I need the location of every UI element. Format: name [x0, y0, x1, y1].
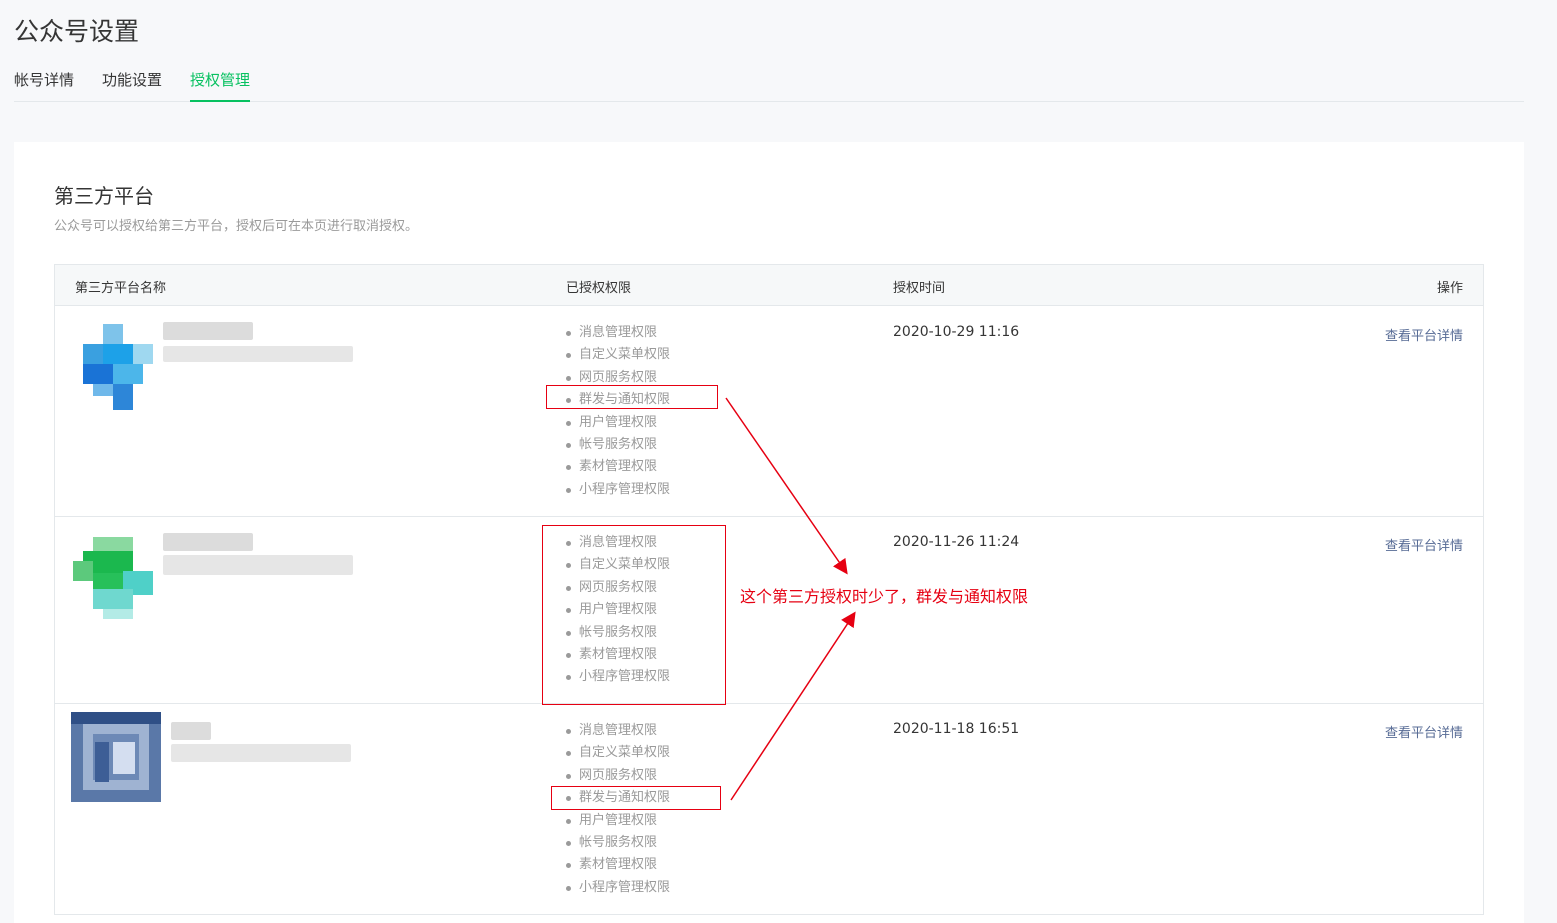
permission-item: 用户管理权限 [566, 810, 670, 832]
blurred-platform-subtitle [163, 555, 353, 575]
third-party-card: 第三方平台 公众号可以授权给第三方平台，授权后可在本页进行取消授权。 第三方平台… [14, 142, 1524, 923]
permission-item: 自定义菜单权限 [566, 344, 670, 366]
platform-logo-green [73, 531, 163, 621]
view-platform-details-link[interactable]: 查看平台详情 [1385, 535, 1463, 554]
table-header: 第三方平台名称 已授权权限 授权时间 操作 [55, 265, 1483, 306]
section-title: 第三方平台 [54, 184, 154, 208]
permission-item: 消息管理权限 [566, 720, 670, 742]
tab-bar: 帐号详情 功能设置 授权管理 [14, 70, 1524, 102]
table-row: 消息管理权限 自定义菜单权限 网页服务权限 群发与通知权限 用户管理权限 帐号服… [55, 704, 1483, 915]
permission-item: 素材管理权限 [566, 456, 670, 478]
permission-item: 用户管理权限 [566, 412, 670, 434]
section-description: 公众号可以授权给第三方平台，授权后可在本页进行取消授权。 [54, 219, 419, 234]
tab-feature-settings[interactable]: 功能设置 [102, 70, 162, 102]
blurred-platform-name [171, 722, 211, 740]
permission-item: 素材管理权限 [566, 854, 670, 876]
view-platform-details-link[interactable]: 查看平台详情 [1385, 722, 1463, 741]
permission-list: 消息管理权限 自定义菜单权限 网页服务权限 群发与通知权限 用户管理权限 帐号服… [566, 322, 670, 501]
blurred-platform-subtitle [171, 744, 351, 762]
blurred-platform-name [163, 322, 253, 340]
tab-account-details[interactable]: 帐号详情 [14, 70, 74, 102]
header-time: 授权时间 [893, 281, 946, 296]
permission-item: 网页服务权限 [566, 765, 670, 787]
platform-logo-navy [71, 712, 161, 802]
permission-item: 帐号服务权限 [566, 434, 670, 456]
annotation-text: 这个第三方授权时少了，群发与通知权限 [740, 587, 1029, 606]
highlight-box-row2 [542, 525, 726, 705]
highlight-box-row1 [546, 385, 718, 409]
tab-authorization-management[interactable]: 授权管理 [190, 70, 251, 102]
view-platform-details-link[interactable]: 查看平台详情 [1385, 325, 1463, 344]
auth-time: 2020-11-26 11:24 [893, 534, 1020, 550]
header-permissions: 已授权权限 [566, 281, 632, 296]
table-row: 消息管理权限 自定义菜单权限 网页服务权限 群发与通知权限 用户管理权限 帐号服… [55, 306, 1483, 517]
table-row: 消息管理权限 自定义菜单权限 网页服务权限 用户管理权限 帐号服务权限 素材管理… [55, 517, 1483, 704]
permission-item: 小程序管理权限 [566, 479, 670, 501]
header-action: 操作 [1436, 281, 1463, 296]
permission-item: 自定义菜单权限 [566, 742, 670, 764]
auth-time: 2020-11-18 16:51 [893, 721, 1020, 737]
permission-item: 小程序管理权限 [566, 877, 670, 899]
blurred-platform-subtitle [163, 346, 353, 362]
permission-item: 帐号服务权限 [566, 832, 670, 854]
blurred-platform-name [163, 533, 253, 551]
header-name: 第三方平台名称 [75, 281, 167, 296]
platform-logo-blue [73, 324, 163, 414]
highlight-box-row3 [551, 786, 721, 810]
page-title: 公众号设置 [14, 17, 140, 46]
permission-item: 消息管理权限 [566, 322, 670, 344]
auth-time: 2020-10-29 11:16 [893, 324, 1020, 340]
